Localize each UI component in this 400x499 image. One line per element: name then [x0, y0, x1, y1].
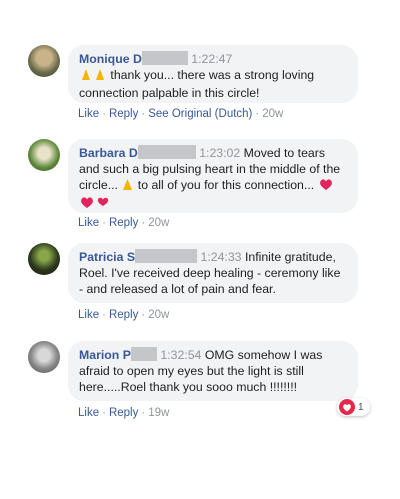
timestamp[interactable]: 1:32:54: [160, 348, 201, 362]
commenter-name[interactable]: Monique D: [79, 52, 142, 66]
timestamp[interactable]: 1:23:02: [199, 146, 240, 160]
comment-bubble: Marion P 1:32:54 OMG somehow I was afrai…: [68, 341, 358, 401]
reaction-count: 1: [358, 401, 364, 413]
separator: ·: [102, 407, 106, 419]
separator: ·: [141, 309, 146, 321]
timestamp[interactable]: 1:24:33: [200, 250, 241, 264]
separator: ·: [141, 407, 146, 419]
heart-emoji: [79, 195, 113, 213]
see-original-link[interactable]: See Original (Dutch): [148, 108, 252, 120]
comment-text: thank you... there was a strong loving c…: [79, 68, 315, 100]
redacted-surname: [130, 347, 157, 361]
comment-bubble: Barbara D 1:23:02 Moved to tears and suc…: [68, 139, 358, 213]
love-reaction-icon: [339, 399, 355, 415]
redacted-surname: [137, 145, 196, 159]
reaction-summary[interactable]: 1: [337, 398, 370, 416]
comment-actions: Like · Reply · 20w: [78, 309, 169, 321]
comment-bubble: Patricia S 1:24:33 Infinite gratitude, R…: [68, 243, 358, 303]
comment-age[interactable]: 20w: [148, 217, 169, 229]
redacted-surname: [141, 51, 188, 65]
separator: ·: [102, 309, 106, 321]
reply-link[interactable]: Reply: [109, 407, 138, 419]
like-link[interactable]: Like: [78, 309, 99, 321]
avatar[interactable]: [28, 45, 60, 77]
redacted-surname: [135, 249, 198, 263]
commenter-name[interactable]: Patricia S: [79, 250, 135, 264]
timestamp[interactable]: 1:22:47: [191, 52, 232, 66]
praying-hands-emoji: [79, 68, 107, 85]
comment-age[interactable]: 19w: [148, 407, 169, 419]
separator: ·: [141, 108, 146, 120]
separator: ·: [102, 217, 106, 229]
reply-link[interactable]: Reply: [109, 217, 138, 229]
like-link[interactable]: Like: [78, 108, 99, 120]
like-link[interactable]: Like: [78, 407, 99, 419]
comment-actions: Like · Reply · See Original (Dutch) · 20w: [78, 108, 283, 120]
heart-emoji: [318, 178, 334, 195]
avatar[interactable]: [28, 243, 60, 275]
comment-age[interactable]: 20w: [262, 108, 283, 120]
comment-actions: Like · Reply · 20w: [78, 217, 169, 229]
reply-link[interactable]: Reply: [109, 309, 138, 321]
separator: ·: [102, 108, 106, 120]
reply-link[interactable]: Reply: [109, 108, 138, 120]
avatar[interactable]: [28, 341, 60, 373]
commenter-name[interactable]: Barbara D: [79, 146, 138, 160]
avatar[interactable]: [28, 139, 60, 171]
comment-age[interactable]: 20w: [148, 309, 169, 321]
separator: ·: [255, 108, 260, 120]
comment-bubble: Monique D 1:22:47 thank you... there was…: [68, 45, 358, 103]
like-link[interactable]: Like: [78, 217, 99, 229]
separator: ·: [141, 217, 146, 229]
comment-text-part2: to all of you for this connection...: [137, 178, 315, 192]
comment-actions: Like · Reply · 19w: [78, 407, 169, 419]
commenter-name[interactable]: Marion P: [79, 348, 131, 362]
praying-hands-emoji: [121, 178, 134, 195]
